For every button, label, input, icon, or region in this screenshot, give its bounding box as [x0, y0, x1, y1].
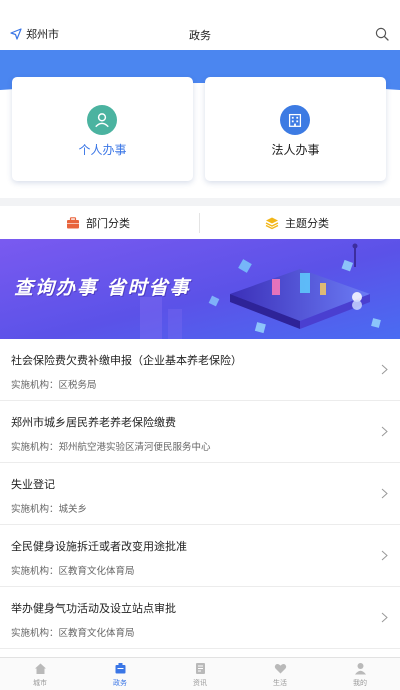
- list-item[interactable]: 举办健身气功活动及设立站点审批 实施机构：区教育文化体育局: [0, 587, 400, 649]
- tab-news[interactable]: 资讯: [160, 658, 240, 690]
- list-item[interactable]: 社会保险费欠费补缴申报（企业基本养老保险） 实施机构：区税务局: [0, 339, 400, 401]
- service-name: 失业登记: [11, 478, 55, 491]
- section-divider: [0, 198, 400, 206]
- bottom-tab-bar: 城市 政务 资讯 生活 我的: [0, 657, 400, 690]
- government-icon: [115, 663, 125, 674]
- tab-mine[interactable]: 我的: [320, 658, 400, 690]
- service-name: 举办健身气功活动及设立站点审批: [11, 602, 176, 615]
- chevron-right-icon: [381, 488, 388, 499]
- top-bar: 郑州市 政务: [0, 0, 400, 50]
- topic-category-label: 主题分类: [285, 216, 329, 230]
- chevron-right-icon: [381, 550, 388, 561]
- search-icon[interactable]: [375, 27, 389, 41]
- tab-label: 资讯: [193, 679, 207, 687]
- service-name: 社会保险费欠费补缴申报（企业基本养老保险）: [11, 354, 242, 367]
- list-item[interactable]: 郑州市城乡居民养老养老保险缴费 实施机构：郑州航空港实验区清河便民服务中心: [0, 401, 400, 463]
- tab-label: 生活: [273, 679, 287, 687]
- department-category-label: 部门分类: [86, 216, 130, 230]
- personal-affairs-label: 个人办事: [78, 143, 127, 157]
- tab-life[interactable]: 生活: [240, 658, 320, 690]
- category-bar: 部门分类 主题分类: [0, 206, 400, 239]
- tab-city[interactable]: 城市: [0, 658, 80, 690]
- user-icon: [354, 663, 366, 675]
- tab-label: 我的: [353, 679, 367, 687]
- corporate-affairs-label: 法人办事: [271, 143, 320, 157]
- briefcase-icon: [67, 216, 79, 228]
- personal-affairs-card[interactable]: 个人办事: [12, 77, 193, 181]
- tab-government[interactable]: 政务: [80, 658, 160, 690]
- heart-icon: [274, 663, 286, 674]
- chevron-right-icon: [381, 426, 388, 437]
- list-item[interactable]: 全民健身设施拆迁或者改变用途批准 实施机构：区教育文化体育局: [0, 525, 400, 587]
- service-name: 郑州市城乡居民养老养老保险缴费: [11, 416, 176, 429]
- person-icon: [87, 105, 117, 135]
- tab-label: 政务: [113, 679, 127, 687]
- service-agency: 实施机构：城关乡: [11, 504, 88, 515]
- department-category-button[interactable]: 部门分类: [66, 206, 130, 239]
- list-item[interactable]: 失业登记 实施机构：城关乡: [0, 463, 400, 525]
- promo-banner[interactable]: 查询办事 省时省事: [0, 239, 400, 339]
- service-agency: 实施机构：区教育文化体育局: [11, 628, 135, 639]
- layers-icon: [265, 217, 279, 229]
- service-agency: 实施机构：区税务局: [11, 380, 97, 391]
- page-title: 政务: [189, 29, 211, 42]
- home-icon: [34, 663, 46, 674]
- service-list: 社会保险费欠费补缴申报（企业基本养老保险） 实施机构：区税务局 郑州市城乡居民养…: [0, 339, 400, 649]
- chevron-right-icon: [381, 364, 388, 375]
- topic-category-button[interactable]: 主题分类: [265, 206, 329, 239]
- service-agency: 实施机构：区教育文化体育局: [11, 566, 135, 577]
- service-name: 全民健身设施拆迁或者改变用途批准: [11, 540, 187, 553]
- building-icon: [280, 105, 310, 135]
- category-divider: [199, 213, 200, 233]
- chevron-right-icon: [381, 612, 388, 623]
- tab-label: 城市: [33, 679, 47, 687]
- corporate-affairs-card[interactable]: 法人办事: [205, 77, 386, 181]
- news-icon: [195, 663, 205, 674]
- service-agency: 实施机构：郑州航空港实验区清河便民服务中心: [11, 442, 211, 453]
- banner-slogan: 查询办事 省时省事: [14, 277, 191, 299]
